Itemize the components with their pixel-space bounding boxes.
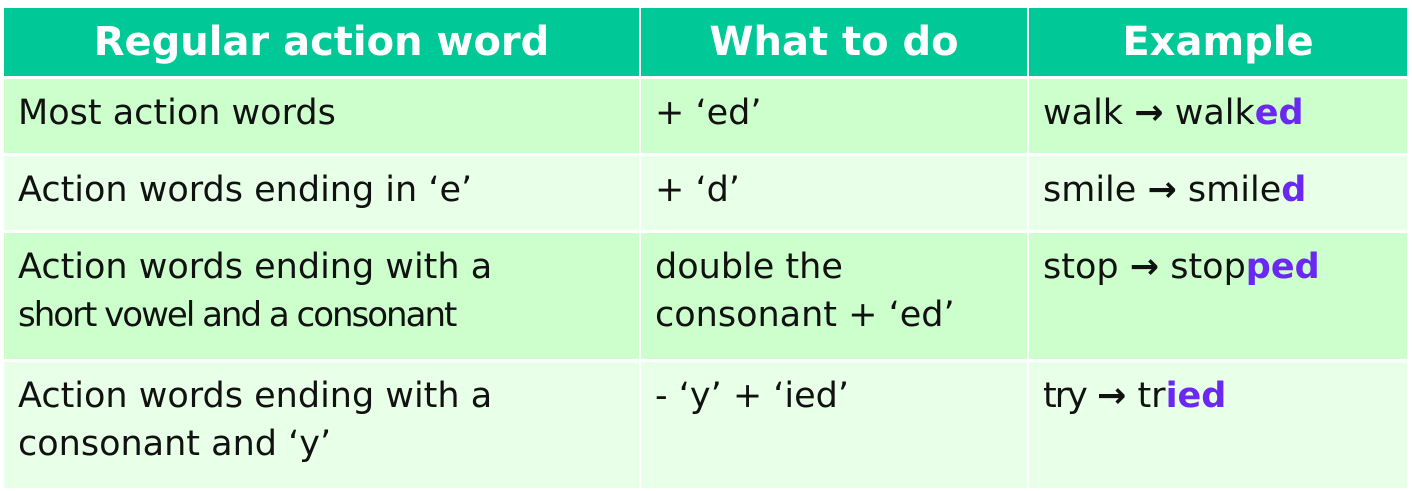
word-line: Most action words — [18, 93, 336, 133]
example-suffix: ped — [1245, 247, 1320, 287]
regular-verbs-table: Regular action word What to do Example M… — [4, 8, 1407, 491]
header-example: Example — [1028, 8, 1407, 79]
example-base: walk — [1043, 93, 1124, 133]
arrow-icon: → — [1147, 170, 1177, 210]
todo-cell: + ‘ed’ — [640, 77, 1029, 156]
todo-cell: double the consonant + ‘ed’ — [640, 231, 1029, 362]
word-line: Action words ending with a — [18, 376, 493, 416]
word-cell: Action words ending in ‘e’ — [4, 154, 641, 233]
example-suffix: ied — [1165, 376, 1227, 416]
example-base: smile — [1043, 170, 1137, 210]
todo-line: + ‘d’ — [655, 170, 740, 210]
example-base: stop — [1043, 247, 1119, 287]
header-what-to-do: What to do — [640, 8, 1029, 79]
todo-line: + ‘ed’ — [655, 93, 762, 133]
word-cell: Action words ending with a consonant and… — [4, 360, 641, 491]
rules-table-container: Regular action word What to do Example M… — [4, 8, 1407, 491]
word-line: short vowel and a consonant — [18, 295, 457, 335]
todo-cell: - ‘y’ + ‘ied’ — [640, 360, 1029, 491]
example-base: try — [1043, 376, 1088, 416]
example-cell: stop → stopped — [1028, 231, 1407, 362]
todo-cell: + ‘d’ — [640, 154, 1029, 233]
word-line: Action words ending with a — [18, 247, 493, 287]
word-cell: Action words ending with a short vowel a… — [4, 231, 641, 362]
example-stem: walk — [1174, 93, 1255, 133]
example-cell: smile → smiled — [1028, 154, 1407, 233]
example-stem: smile — [1187, 170, 1282, 210]
table-row: Action words ending in ‘e’ + ‘d’ smile →… — [4, 154, 1407, 233]
table-row: Action words ending with a consonant and… — [4, 360, 1407, 491]
table-row: Action words ending with a short vowel a… — [4, 231, 1407, 362]
example-suffix: ed — [1254, 93, 1304, 133]
todo-line: double the — [655, 247, 843, 287]
todo-line: - ‘y’ + ‘ied’ — [655, 376, 850, 416]
table-row: Most action words + ‘ed’ walk → walked — [4, 77, 1407, 156]
header-row: Regular action word What to do Example — [4, 8, 1407, 79]
word-cell: Most action words — [4, 77, 641, 156]
example-stem: tr — [1137, 376, 1166, 416]
example-suffix: d — [1281, 170, 1307, 210]
example-cell: try → tried — [1028, 360, 1407, 491]
word-line: Action words ending in ‘e’ — [18, 170, 473, 210]
todo-line: consonant + ‘ed’ — [655, 295, 955, 335]
example-cell: walk → walked — [1028, 77, 1407, 156]
arrow-icon: → — [1096, 376, 1127, 416]
word-line: consonant and ‘y’ — [18, 424, 332, 464]
arrow-icon: → — [1129, 247, 1160, 287]
header-regular-action-word: Regular action word — [4, 8, 641, 79]
example-stem: stop — [1170, 247, 1246, 287]
arrow-icon: → — [1134, 93, 1164, 133]
